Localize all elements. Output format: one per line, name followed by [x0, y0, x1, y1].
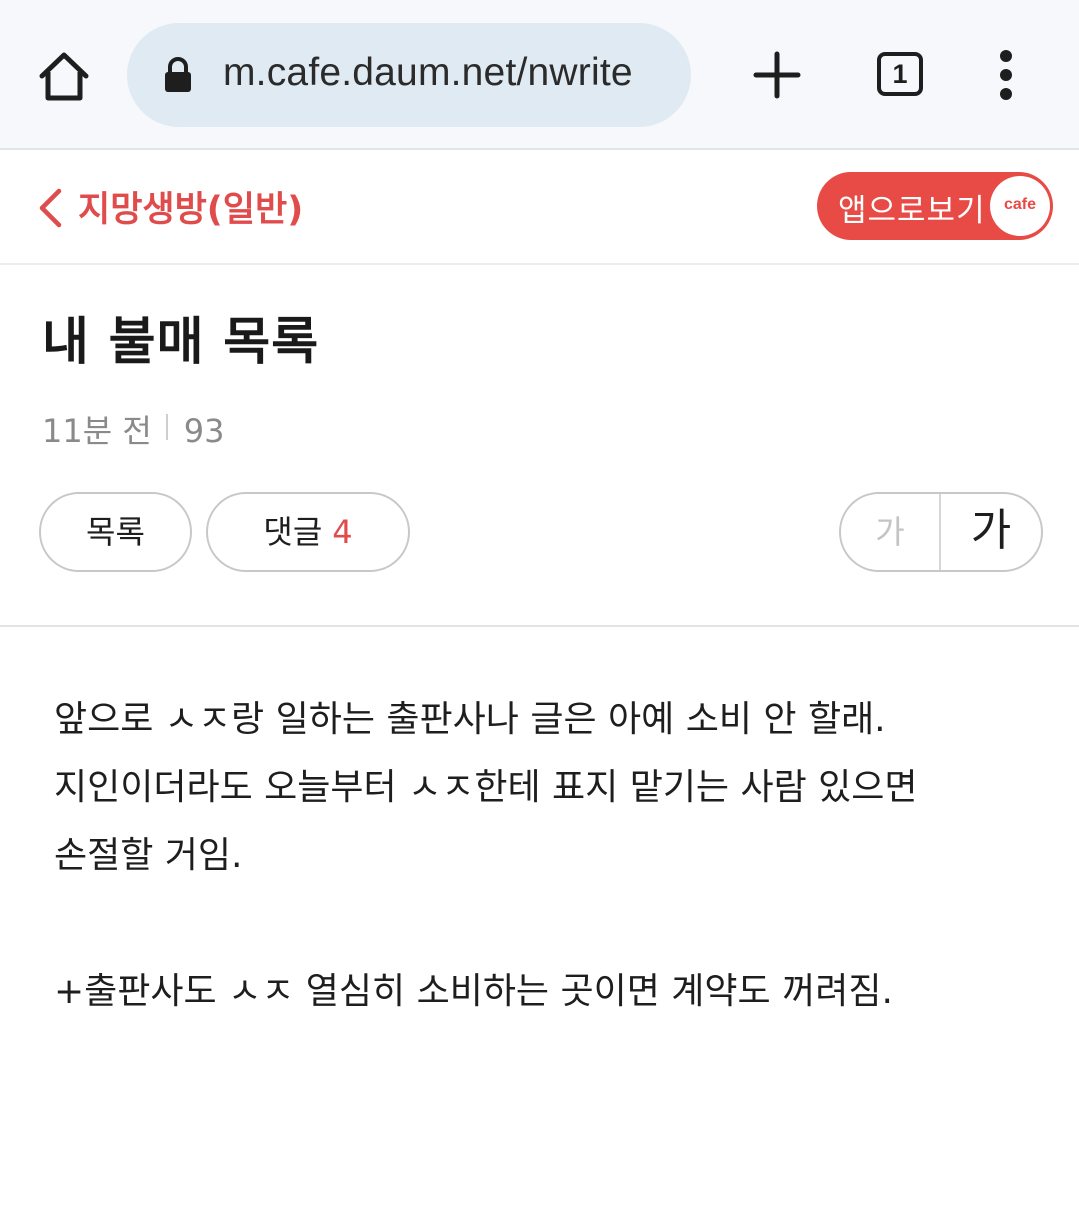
browser-toolbar: m.cafe.daum.net/nwrite 1 [0, 0, 1079, 150]
tab-switcher-button[interactable]: 1 [877, 52, 923, 96]
list-button[interactable]: 목록 [39, 492, 192, 572]
address-bar[interactable]: m.cafe.daum.net/nwrite [127, 23, 691, 127]
comment-button[interactable]: 댓글 4 [206, 492, 410, 572]
more-menu-icon[interactable] [990, 50, 1022, 100]
content-divider [0, 625, 1079, 627]
font-size-toggle: 가 가 [839, 492, 1043, 572]
url-text[interactable]: m.cafe.daum.net/nwrite [223, 51, 633, 95]
lock-icon [165, 57, 191, 92]
font-size-large-button[interactable]: 가 [941, 494, 1041, 570]
comment-count: 4 [332, 513, 353, 551]
open-in-app-label: 앱으로보기 [838, 193, 986, 229]
body-line: 앞으로 ㅅㅈ랑 일하는 출판사나 글은 아예 소비 안 할래. [54, 699, 886, 740]
font-size-small-button[interactable]: 가 [841, 494, 941, 570]
meta-divider [165, 414, 168, 440]
post-body: 앞으로 ㅅㅈ랑 일하는 출판사나 글은 아예 소비 안 할래. 지인이더라도 오… [54, 686, 1044, 1026]
home-icon[interactable] [36, 48, 92, 104]
body-line: 지인이더라도 오늘부터 ㅅㅈ한테 표지 맡기는 사람 있으면 [54, 767, 918, 808]
cafe-logo-icon: cafe [990, 176, 1050, 236]
cafe-header: 지망생방(일반) 앱으로보기 cafe [0, 150, 1079, 265]
post-time: 11분 전 [42, 412, 152, 450]
body-line: +출판사도 ㅅㅈ 열심히 소비하는 곳이면 계약도 꺼려짐. [54, 971, 893, 1012]
body-line: 손절할 거임. [54, 835, 243, 876]
open-in-app-button[interactable]: 앱으로보기 cafe [817, 172, 1053, 240]
post-title: 내 불매 목록 [42, 313, 320, 372]
comment-button-label: 댓글 [263, 513, 323, 551]
view-count: 93 [183, 412, 225, 450]
cafe-board-name[interactable]: 지망생방(일반) [78, 181, 303, 232]
list-button-label: 목록 [86, 513, 145, 551]
back-arrow-icon[interactable] [37, 188, 63, 228]
post-meta: 11분 전 93 [42, 406, 225, 452]
new-tab-icon[interactable] [752, 50, 802, 100]
